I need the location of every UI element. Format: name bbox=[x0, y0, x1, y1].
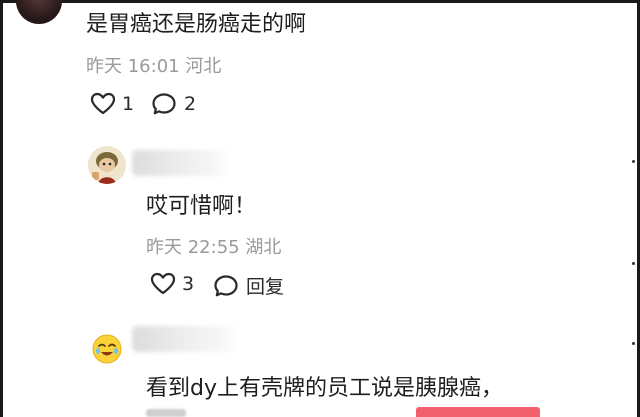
screenshot-border-left bbox=[0, 0, 3, 417]
avatar[interactable] bbox=[92, 334, 122, 364]
blurred-meta bbox=[146, 409, 186, 417]
emoji-face-icon bbox=[92, 334, 122, 364]
blurred-username bbox=[132, 326, 240, 352]
heart-icon bbox=[90, 92, 116, 115]
comment-bubble-icon bbox=[214, 274, 238, 296]
avatar[interactable] bbox=[16, 0, 62, 24]
like-count: 1 bbox=[122, 93, 135, 115]
comment-meta: 昨天 16:01 河北 bbox=[86, 56, 222, 77]
like-button[interactable]: 3 bbox=[150, 272, 194, 296]
highlight-bar bbox=[416, 407, 540, 417]
heart-icon bbox=[150, 272, 176, 295]
reply-button[interactable]: 回复 bbox=[214, 272, 284, 299]
avatar[interactable] bbox=[88, 146, 126, 184]
reply-button[interactable]: 2 bbox=[152, 92, 196, 116]
reply-count: 2 bbox=[184, 93, 197, 115]
reply-label: 回复 bbox=[246, 276, 285, 298]
screenshot-border-top bbox=[0, 0, 640, 3]
like-count: 3 bbox=[182, 273, 195, 295]
comment-meta: 昨天 22:55 湖北 bbox=[146, 237, 282, 258]
scroll-indicator-dot bbox=[632, 342, 635, 345]
scroll-indicator-dot bbox=[632, 160, 635, 163]
like-button[interactable]: 1 bbox=[90, 92, 134, 116]
comment-text: 哎可惜啊！ bbox=[146, 194, 257, 219]
comment-text: 看到dy上有壳牌的员工说是胰腺癌， bbox=[146, 376, 503, 401]
avatar-image bbox=[88, 146, 126, 184]
blurred-username bbox=[132, 150, 232, 176]
scroll-indicator-dot bbox=[632, 262, 635, 265]
comment-bubble-icon bbox=[152, 93, 176, 115]
comment-text: 是胃癌还是肠癌走的啊 bbox=[86, 12, 307, 37]
